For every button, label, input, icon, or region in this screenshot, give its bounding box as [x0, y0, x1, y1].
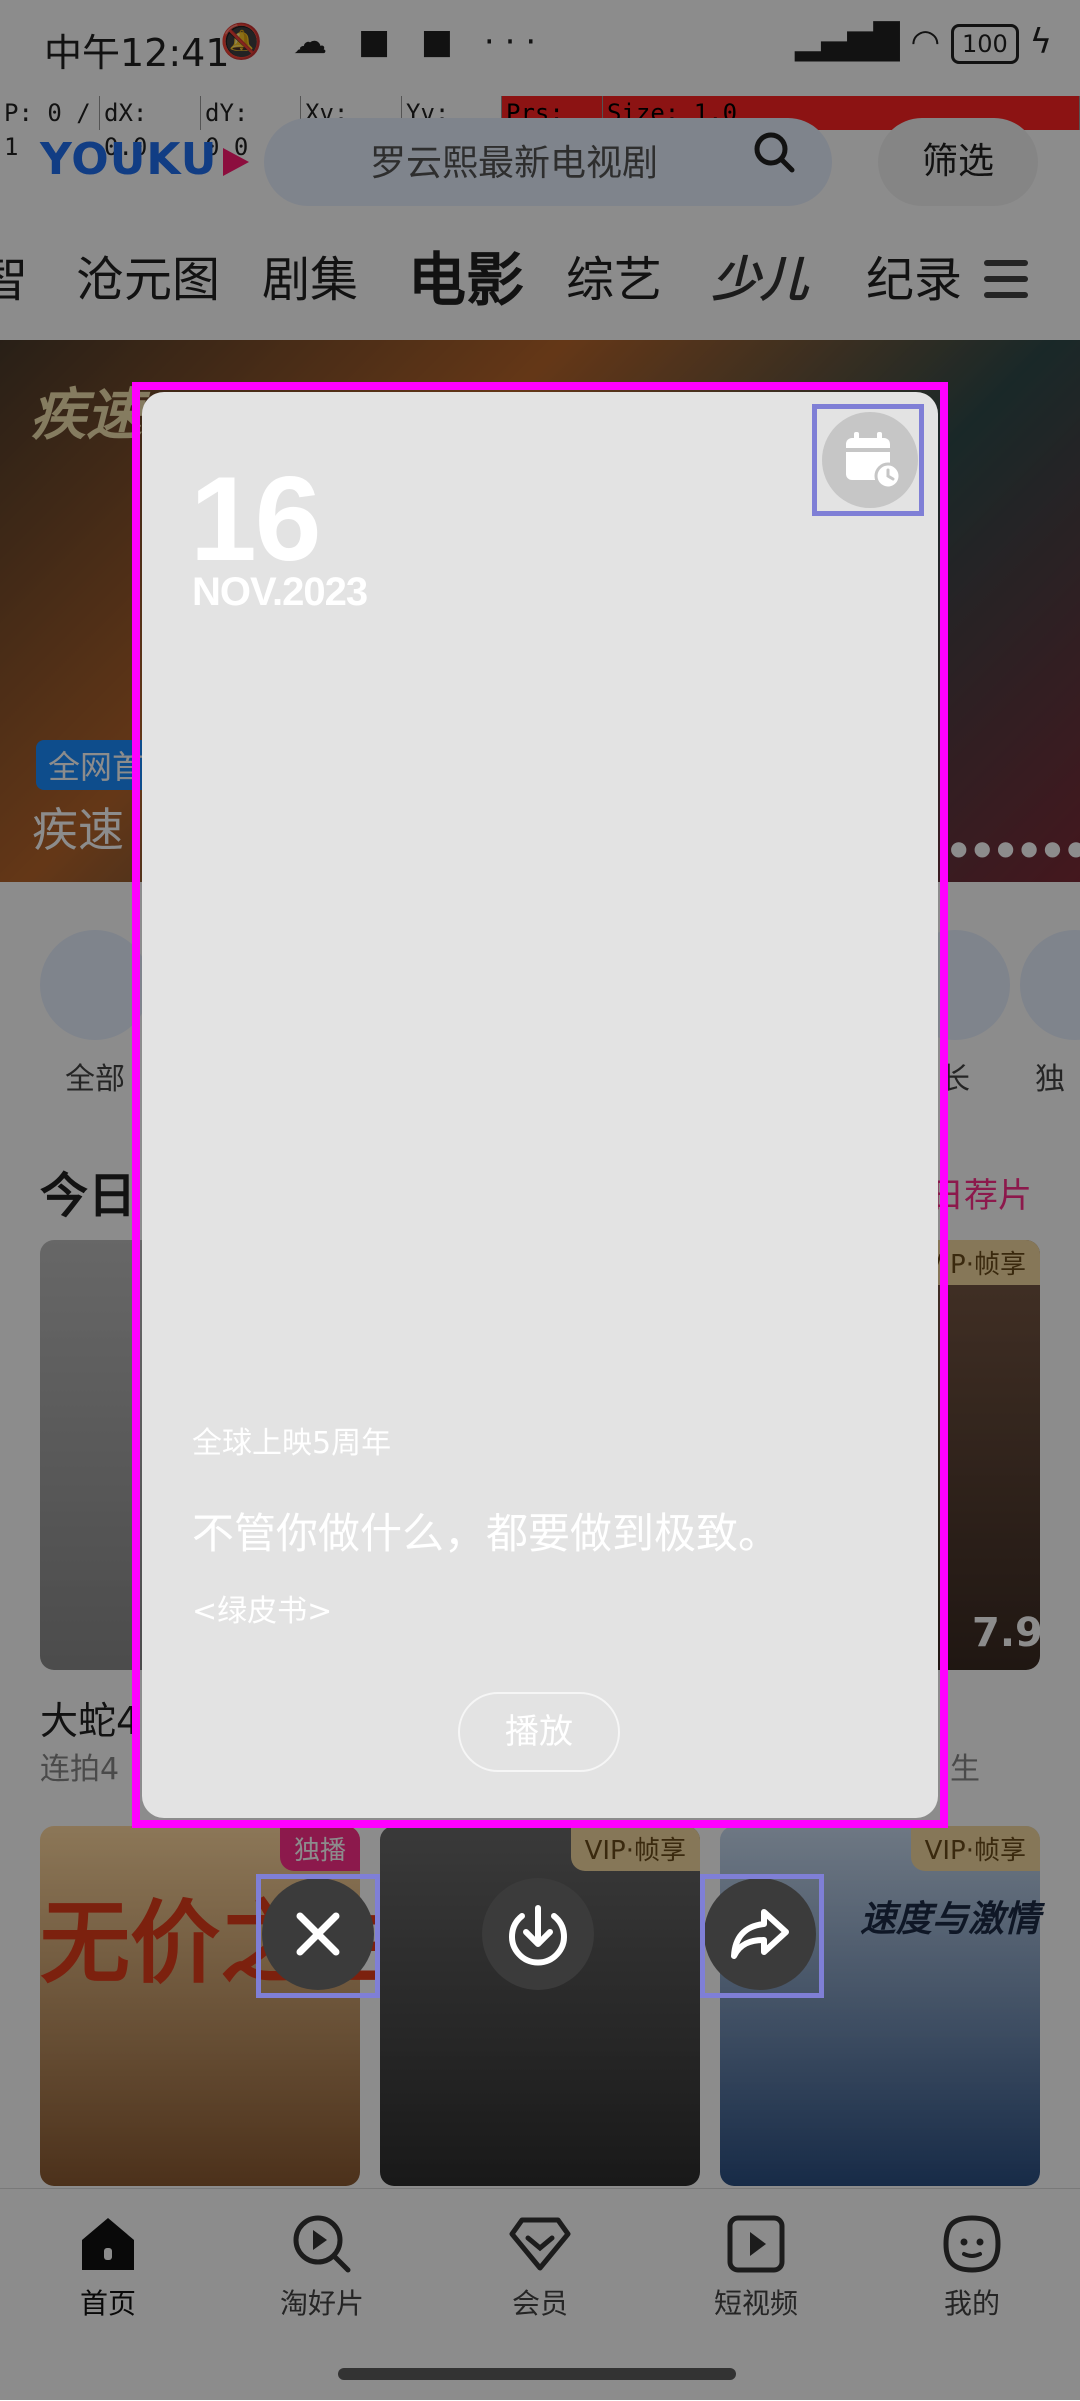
share-selection-frame	[700, 1874, 824, 1998]
movie-quote: 不管你做什么，都要做到极致。	[192, 1509, 781, 1558]
quote-source: <绿皮书>	[192, 1594, 333, 1629]
download-button[interactable]	[482, 1878, 594, 1990]
date-month-year: NOV.2023	[192, 570, 368, 614]
play-button[interactable]: 播放	[458, 1692, 620, 1772]
date-day: 16	[190, 452, 321, 586]
home-indicator[interactable]	[338, 2368, 736, 2380]
download-icon	[509, 1905, 567, 1966]
calendar-selection-frame	[812, 404, 924, 516]
anniversary-text: 全球上映5周年	[192, 1426, 392, 1461]
close-selection-frame	[256, 1874, 380, 1998]
